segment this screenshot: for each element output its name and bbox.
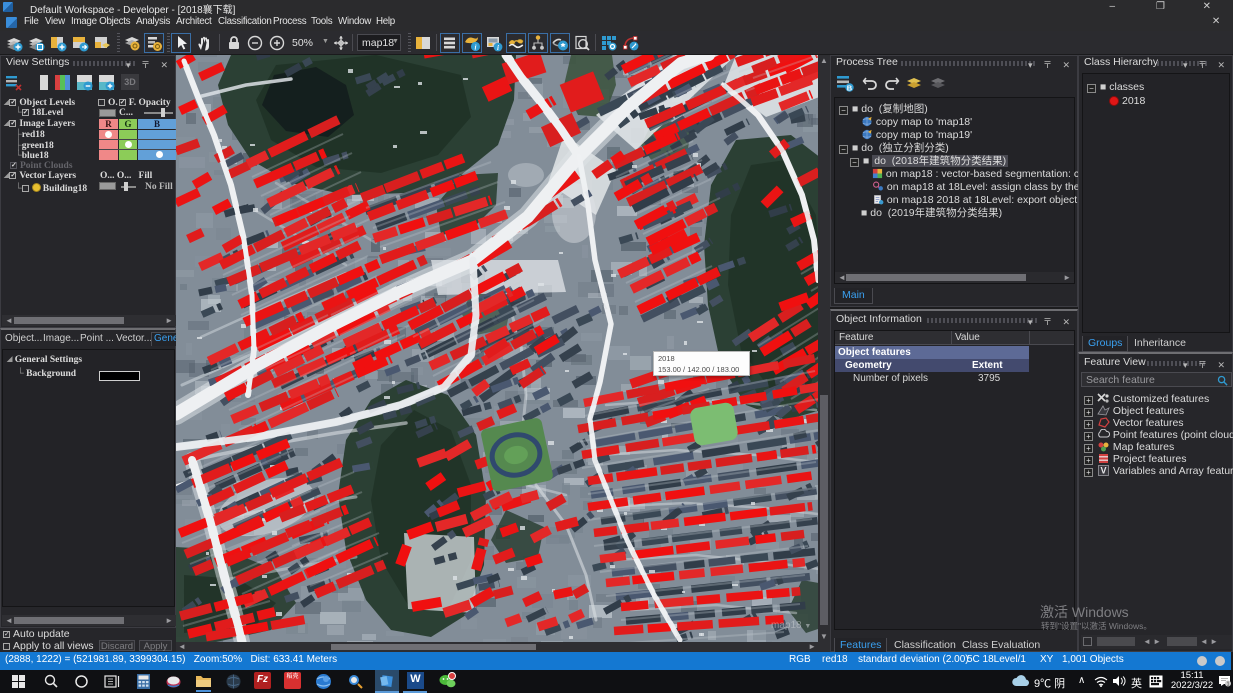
svg-text:V: V	[1100, 466, 1106, 476]
svg-text:B: B	[847, 83, 853, 92]
svg-text:i: i	[475, 44, 477, 52]
svg-text:i: i	[497, 44, 499, 52]
svg-text:1: 1	[1226, 682, 1229, 687]
